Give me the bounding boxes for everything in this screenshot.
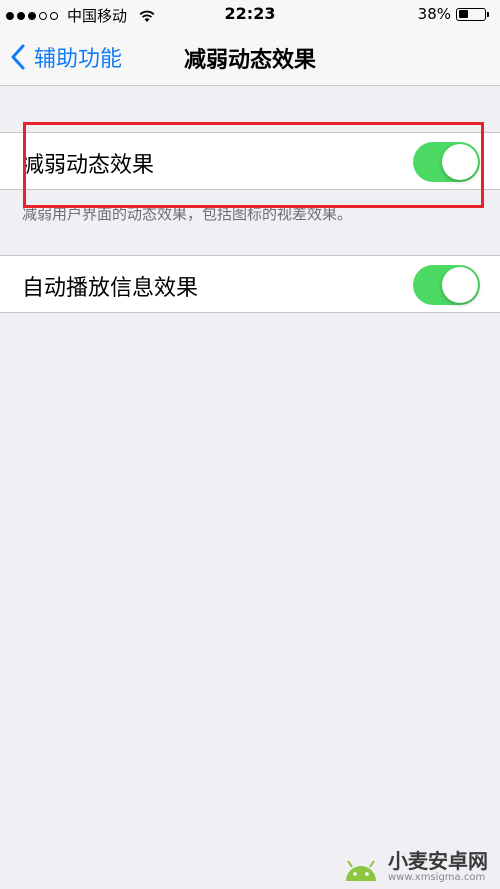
auto-play-effects-row: 自动播放信息效果	[0, 255, 500, 313]
watermark: 小麦安卓网 www.xmsigma.com	[340, 850, 488, 883]
battery-tip	[487, 11, 489, 17]
navigation-bar: 辅助功能 减弱动态效果	[0, 28, 500, 86]
battery-percent: 38%	[417, 5, 451, 23]
watermark-title: 小麦安卓网	[388, 849, 488, 873]
status-right: 38%	[417, 5, 489, 23]
watermark-url: www.xmsigma.com	[388, 872, 486, 883]
toggle-knob	[442, 267, 478, 303]
watermark-text: 小麦安卓网 www.xmsigma.com	[388, 850, 488, 883]
status-bar: 中国移动 22:23 38%	[0, 0, 500, 28]
battery-icon	[456, 7, 489, 21]
battery-fill	[458, 10, 468, 18]
auto-play-effects-toggle[interactable]	[413, 265, 480, 305]
page-title: 减弱动态效果	[183, 48, 316, 73]
auto-play-effects-label: 自动播放信息效果	[22, 276, 199, 301]
android-logo-icon	[346, 859, 376, 881]
highlight-box	[23, 122, 484, 208]
